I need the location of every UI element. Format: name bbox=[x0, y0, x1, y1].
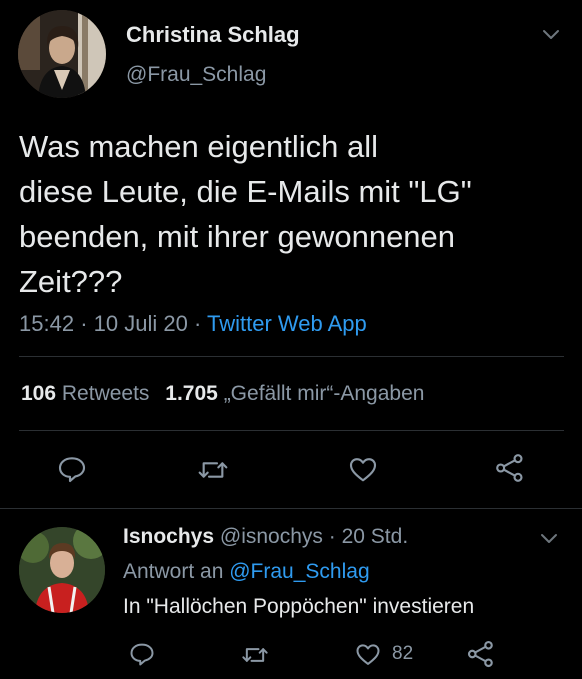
reply-to-prefix: Antwort an bbox=[123, 560, 224, 583]
reply-to-mention[interactable]: @Frau_Schlag bbox=[229, 560, 369, 583]
divider bbox=[19, 430, 564, 431]
like-count: 82 bbox=[392, 643, 414, 664]
likes-stat[interactable]: 1.705 „Gefällt mir“-Angaben bbox=[165, 382, 424, 405]
divider bbox=[19, 356, 564, 357]
reply-author-handle[interactable]: @isnochys bbox=[220, 525, 323, 548]
tweet-time[interactable]: 15:42 bbox=[19, 311, 74, 336]
retweets-count: 106 bbox=[21, 382, 57, 405]
chevron-down-icon[interactable] bbox=[538, 528, 560, 548]
divider bbox=[0, 508, 582, 509]
reply-author-avatar[interactable] bbox=[19, 527, 105, 613]
tweet-text: Was machen eigentlich all diese Leute, d… bbox=[19, 124, 569, 304]
reply-text: In "Hallöchen Poppöchen" investieren bbox=[123, 595, 475, 618]
tweet-text-line: diese Leute, die E-Mails mit "LG" bbox=[19, 174, 472, 209]
meta-separator: · bbox=[80, 311, 88, 336]
meta-separator: · bbox=[328, 525, 336, 548]
author-name[interactable]: Christina Schlag bbox=[126, 22, 300, 48]
retweet-icon[interactable] bbox=[197, 454, 229, 486]
likes-label: „Gefällt mir“-Angaben bbox=[223, 382, 425, 405]
reply-author-name[interactable]: Isnochys bbox=[123, 525, 214, 548]
tweet-stats: 106 Retweets 1.705 „Gefällt mir“-Angaben bbox=[21, 382, 424, 406]
tweet-text-line: beenden, mit ihrer gewonnenen bbox=[19, 219, 456, 254]
reply-age[interactable]: 20 Std. bbox=[342, 525, 409, 548]
tweet-source-link[interactable]: Twitter Web App bbox=[207, 311, 367, 336]
reply-to-line: Antwort an @Frau_Schlag bbox=[123, 560, 370, 584]
reply-header: Isnochys @isnochys · 20 Std. bbox=[123, 525, 408, 549]
like-icon bbox=[354, 640, 382, 668]
tweet-text-line: Zeit??? bbox=[19, 264, 123, 299]
chevron-down-icon[interactable] bbox=[540, 24, 562, 44]
reply-avatar-image bbox=[19, 527, 105, 613]
tweet-date[interactable]: 10 Juli 20 bbox=[94, 311, 188, 336]
share-icon[interactable] bbox=[466, 639, 496, 669]
likes-count: 1.705 bbox=[165, 382, 218, 405]
reply-icon[interactable] bbox=[56, 453, 88, 485]
like-action[interactable]: 82 bbox=[354, 640, 413, 668]
retweet-icon[interactable] bbox=[241, 641, 269, 669]
tweet-text-line: Was machen eigentlich all bbox=[19, 129, 378, 164]
meta-separator: · bbox=[193, 311, 202, 336]
share-icon[interactable] bbox=[494, 452, 526, 484]
author-handle[interactable]: @Frau_Schlag bbox=[126, 63, 266, 87]
author-avatar[interactable] bbox=[18, 10, 106, 98]
author-avatar-image bbox=[18, 10, 106, 98]
like-icon[interactable] bbox=[347, 453, 379, 485]
reply-icon[interactable] bbox=[128, 640, 156, 668]
retweets-stat[interactable]: 106 Retweets bbox=[21, 382, 155, 405]
retweets-label: Retweets bbox=[61, 382, 150, 405]
tweet-meta: 15:42 · 10 Juli 20 · Twitter Web App bbox=[19, 311, 367, 337]
